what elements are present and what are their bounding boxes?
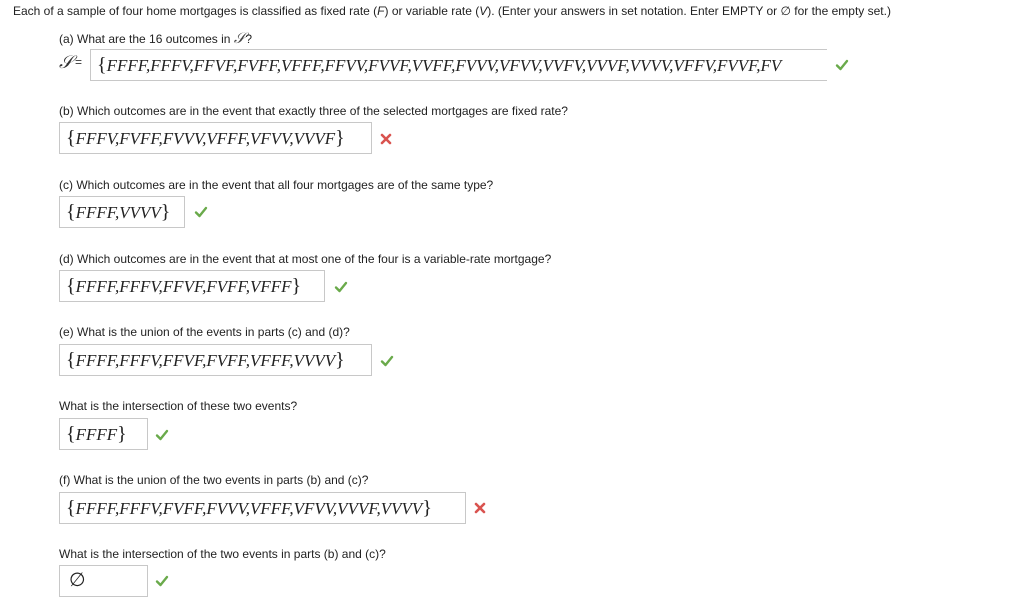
answer-f-value: FFFF,FFFV,FVFF,FVVV,VFFF,VFVV,VVVF,VVVV [75,499,423,518]
instructions: Each of a sample of four home mortgages … [13,4,891,18]
answer-b-value: FFFV,FVFF,FVVV,VFFF,VFVV,VVVF [75,129,336,148]
answer-d-value: FFFF,FFFV,FFVF,FVFF,VFFF [75,277,292,296]
answer-a-input[interactable]: {FFFF,FFFV,FFVF,FVFF,VFFF,FFVV,FVVF,VVFF… [90,49,827,81]
close-brace: } [335,349,345,371]
open-brace: { [66,127,76,149]
question-f-intersection: What is the intersection of the two even… [59,547,386,561]
check-icon [194,206,208,218]
question-c: (c) Which outcomes are in the event that… [59,178,493,192]
check-icon [155,429,169,441]
question-e-intersection-text: What is the intersection of these two ev… [59,399,298,413]
question-b-text: (b) Which outcomes are in the event that… [59,104,568,118]
open-brace: { [66,275,76,297]
sample-space-label-symbol: 𝒮 [59,52,73,72]
close-brace: } [117,423,127,445]
sample-space-label: 𝒮 = [59,52,82,73]
instructions-f: F [377,4,385,18]
answer-b-input[interactable]: {FFFV,FVFF,FVVV,VFFF,VFVV,VVVF} [59,122,372,154]
question-b: (b) Which outcomes are in the event that… [59,104,568,118]
answer-e-intersection-input[interactable]: {FFFF} [59,418,148,450]
check-icon [155,575,169,587]
question-f-intersection-text: What is the intersection of the two even… [59,547,386,561]
question-e: (e) What is the union of the events in p… [59,325,350,339]
answer-c-input[interactable]: {FFFF,VVVV} [59,196,185,228]
answer-a-value: FFFF,FFFV,FFVF,FVFF,VFFF,FFVV,FVVF,VVFF,… [106,56,782,75]
instructions-text-2: ) or variable rate ( [384,4,480,18]
answer-f-intersection-input[interactable]: ∅ [59,565,148,597]
question-f-text: (f) What is the union of the two events … [59,473,369,487]
question-a-text: (a) What are the 16 outcomes in [59,32,234,46]
question-e-text: (e) What is the union of the events in p… [59,325,350,339]
answer-f-intersection-value: ∅ [69,570,86,591]
close-brace: } [422,497,432,519]
check-icon [380,355,394,367]
question-a: (a) What are the 16 outcomes in 𝒮? [59,30,252,48]
instructions-text-3: ). (Enter your answers in set notation. … [487,4,891,18]
answer-f-input[interactable]: {FFFF,FFFV,FVFF,FVVV,VFFF,VFVV,VVVF,VVVV… [59,492,466,524]
close-brace: } [160,201,171,223]
question-c-text: (c) Which outcomes are in the event that… [59,178,494,192]
open-brace: { [66,423,76,445]
question-d-text: (d) Which outcomes are in the event that… [59,252,552,266]
close-brace: } [335,127,345,149]
check-icon [835,59,849,71]
open-brace: { [66,497,76,519]
instructions-text-1: Each of a sample of four home mortgages … [13,4,378,18]
check-icon [334,281,348,293]
open-brace: { [97,54,107,76]
cross-icon [380,133,392,145]
answer-e-input[interactable]: {FFFF,FFFV,FFVF,FVFF,VFFF,VVVV} [59,344,372,376]
answer-e-intersection-value: FFFF [75,425,118,444]
close-brace: } [291,275,302,297]
question-e-intersection: What is the intersection of these two ev… [59,399,297,413]
answer-c-value: FFFF,VVVV [75,203,161,222]
cross-icon [474,502,486,514]
answer-e-value: FFFF,FFFV,FFVF,FVFF,VFFF,VVVV [75,351,336,370]
answer-d-input[interactable]: {FFFF,FFFV,FFVF,FVFF,VFFF} [59,270,325,302]
open-brace: { [66,201,76,223]
equals-sign: = [74,55,82,69]
question-f: (f) What is the union of the two events … [59,473,368,487]
question-a-suffix: ? [245,32,253,46]
open-brace: { [66,349,76,371]
question-d: (d) Which outcomes are in the event that… [59,252,551,266]
sample-space-symbol: 𝒮 [233,31,246,47]
